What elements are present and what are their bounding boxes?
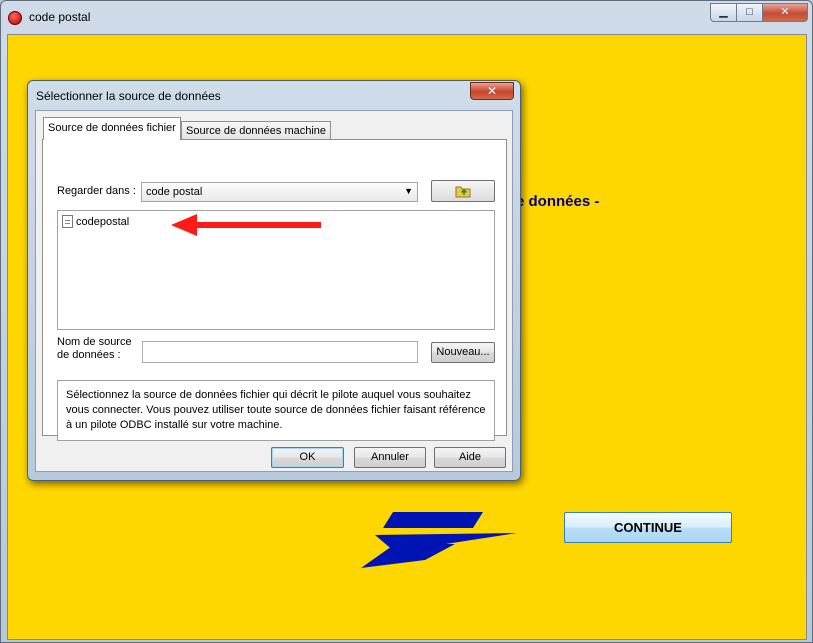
window-controls: ▁ □ ✕: [710, 3, 808, 24]
la-poste-logo-icon: [361, 512, 517, 568]
dialog-body: Source de données fichier Source de donn…: [35, 110, 513, 472]
maximize-button[interactable]: □: [737, 3, 763, 22]
dialog-title: Sélectionner la source de données: [36, 89, 221, 103]
tab-file-data-source[interactable]: Source de données fichier: [43, 117, 181, 140]
new-button[interactable]: Nouveau...: [431, 342, 495, 363]
chevron-down-icon: ▼: [404, 186, 413, 196]
continue-button[interactable]: CONTINUE: [564, 512, 732, 543]
main-titlebar: code postal ▁ □ ✕: [1, 1, 812, 33]
data-source-name-label: Nom de source de données :: [57, 336, 132, 361]
look-in-label: Regarder dans :: [57, 185, 136, 197]
folder-up-icon: [455, 186, 471, 198]
close-button[interactable]: ✕: [763, 3, 808, 22]
tab-machine-data-source[interactable]: Source de données machine: [181, 121, 332, 140]
file-dsn-icon: [62, 215, 73, 228]
look-in-value: code postal: [146, 186, 203, 198]
tab-panel: Regarder dans : code postal ▼ codepostal: [42, 139, 507, 441]
ok-button[interactable]: OK: [271, 447, 344, 468]
file-name: codepostal: [76, 216, 130, 228]
dialog-close-button[interactable]: ✕: [470, 82, 514, 100]
window-title: code postal: [29, 10, 91, 24]
cancel-button[interactable]: Annuler: [354, 447, 426, 468]
select-data-source-dialog: Sélectionner la source de données ✕ Sour…: [27, 80, 521, 481]
app-icon[interactable]: [8, 11, 22, 25]
look-in-dropdown[interactable]: code postal ▼: [141, 182, 418, 202]
list-item[interactable]: codepostal: [62, 215, 129, 231]
data-source-name-input[interactable]: [142, 341, 418, 363]
description-box: Sélectionnez la source de données fichie…: [57, 380, 495, 441]
red-arrow-icon: [171, 214, 321, 236]
minimize-button[interactable]: ▁: [710, 3, 737, 22]
background-heading-text: e données -: [516, 193, 600, 210]
help-button[interactable]: Aide: [434, 447, 506, 468]
folder-up-button[interactable]: [431, 180, 495, 202]
